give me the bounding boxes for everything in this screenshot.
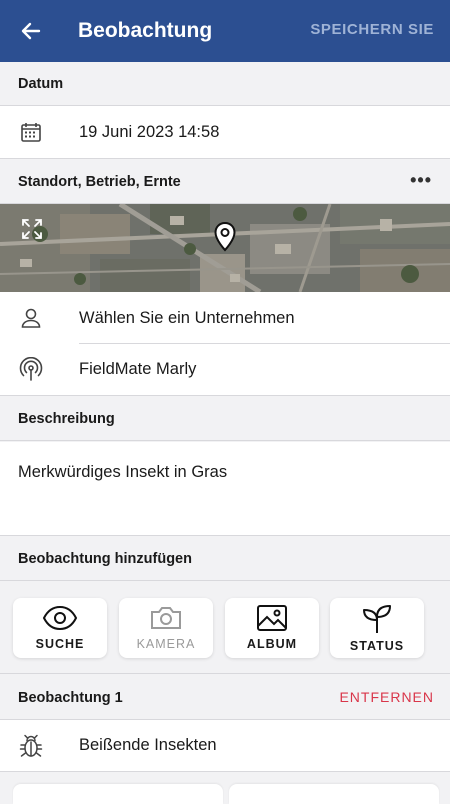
device-value: FieldMate Marly — [79, 360, 197, 378]
image-icon — [257, 605, 287, 631]
map-preview[interactable] — [0, 204, 450, 292]
app-bar: Beobachtung SPEICHERN SIE — [0, 0, 450, 62]
antenna-icon — [0, 356, 62, 383]
add-observation-buttons: SUCHE KAMERA ALBUM STATUS — [0, 584, 450, 674]
date-value: 19 Juni 2023 14:58 — [79, 122, 220, 141]
date-row[interactable]: 19 Juni 2023 14:58 — [0, 106, 450, 159]
company-row[interactable]: Wählen Sie ein Unternehmen — [0, 292, 450, 344]
more-horizontal-icon[interactable]: ••• — [410, 170, 432, 191]
expand-icon[interactable] — [21, 218, 43, 240]
search-button[interactable]: SUCHE — [13, 598, 107, 658]
status-button[interactable]: STATUS — [330, 598, 424, 658]
search-button-label: SUCHE — [35, 637, 85, 651]
arrow-left-icon — [21, 22, 41, 40]
album-button-label: ALBUM — [246, 637, 298, 651]
camera-icon — [151, 607, 181, 629]
observation-row[interactable]: Beißende Insekten — [0, 720, 450, 772]
page-title: Beobachtung — [78, 19, 213, 42]
camera-button[interactable]: KAMERA — [119, 598, 213, 658]
company-select-placeholder: Wählen Sie ein Unternehmen — [79, 308, 295, 327]
calendar-icon — [0, 120, 62, 144]
observation-value: Beißende Insekten — [79, 736, 217, 754]
card-stub — [229, 784, 439, 804]
album-button[interactable]: ALBUM — [225, 598, 319, 658]
person-icon — [0, 306, 62, 330]
date-section-header: Datum — [0, 62, 450, 106]
camera-button-label: KAMERA — [136, 637, 196, 651]
sprout-icon — [363, 605, 391, 633]
card-stub — [13, 784, 223, 804]
status-button-label: STATUS — [349, 639, 405, 653]
map-pin-icon — [214, 222, 236, 252]
add-observation-header: Beobachtung hinzufügen — [0, 537, 450, 581]
save-button[interactable]: SPEICHERN SIE — [310, 21, 434, 38]
device-row[interactable]: FieldMate Marly — [0, 344, 450, 396]
remove-button[interactable]: ENTFERNEN — [339, 689, 434, 705]
description-value: Merkwürdiges Insekt in Gras — [18, 463, 228, 481]
back-button[interactable] — [0, 0, 62, 62]
description-field[interactable]: Merkwürdiges Insekt in Gras — [0, 442, 450, 536]
eye-icon — [42, 605, 78, 631]
description-section-header: Beschreibung — [0, 397, 450, 441]
location-section-header: Standort, Betrieb, Ernte — [0, 160, 450, 204]
bug-icon — [0, 733, 62, 759]
